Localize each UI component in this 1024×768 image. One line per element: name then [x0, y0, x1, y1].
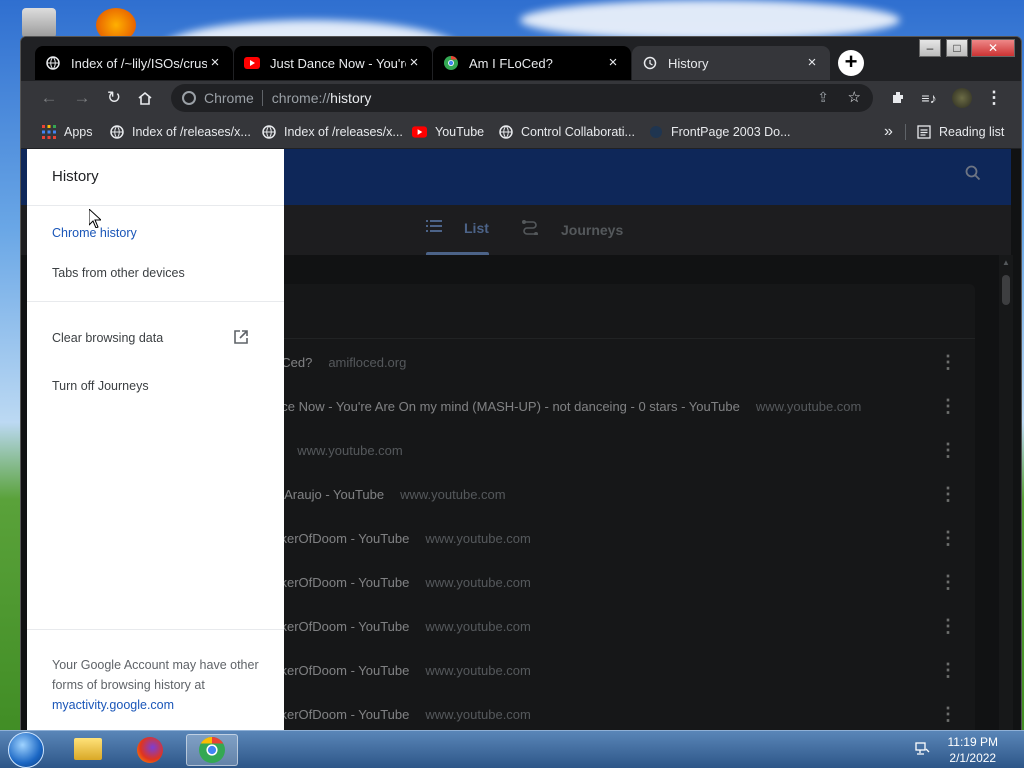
avatar[interactable] — [950, 86, 974, 110]
tab-strip: Index of /~lily/ISOs/crust × Just Dance … — [21, 37, 1021, 81]
minimize-button[interactable]: – — [919, 39, 941, 57]
bookmark-apps[interactable]: Apps — [41, 122, 93, 142]
globe-icon — [45, 55, 61, 71]
extensions-icon[interactable] — [886, 86, 910, 110]
bookmark-label: Index of /releases/x... — [284, 125, 403, 139]
chrome-window: Index of /~lily/ISOs/crust × Just Dance … — [20, 36, 1022, 732]
close-icon[interactable]: × — [207, 55, 223, 71]
youtube-icon — [244, 55, 260, 71]
bookmarks-divider — [905, 124, 906, 140]
media-control-icon[interactable]: ≡♪ — [917, 86, 941, 110]
reload-button[interactable]: ↻ — [102, 86, 126, 110]
clock-time: 11:19 PM — [947, 735, 998, 749]
bookmark-frontpage[interactable]: FrontPage 2003 Do... — [648, 122, 791, 142]
menu-icon[interactable]: ⋮ — [982, 86, 1006, 110]
bookmark-releases-2[interactable]: Index of /releases/x... — [261, 122, 403, 142]
recycle-bin-icon[interactable] — [22, 8, 56, 38]
bookmarks-bar: Apps Index of /releases/x... Index of /r… — [21, 115, 1021, 149]
drawer-item-clear-browsing-data[interactable]: Clear browsing data — [52, 331, 163, 345]
share-icon[interactable]: ⇪ — [817, 89, 829, 106]
history-icon — [642, 55, 658, 71]
bookmarks-overflow-button[interactable]: » — [884, 122, 893, 142]
file-explorer-icon — [74, 738, 102, 760]
globe-icon — [109, 125, 124, 140]
tab-title: Just Dance Now - You're — [270, 55, 406, 71]
maximize-button[interactable]: □ — [946, 39, 968, 57]
bookmark-label: Index of /releases/x... — [132, 125, 251, 139]
close-icon[interactable]: × — [406, 55, 422, 71]
drawer-divider — [27, 301, 284, 302]
close-icon[interactable]: × — [605, 55, 621, 71]
taskbar: 11:19 PM 2/1/2022 — [0, 730, 1024, 768]
drawer-item-turn-off-journeys[interactable]: Turn off Journeys — [52, 379, 149, 393]
scheme-chip: Chrome — [204, 90, 263, 106]
bookmark-youtube[interactable]: YouTube — [412, 122, 484, 142]
youtube-icon — [412, 125, 427, 140]
drawer-divider — [27, 629, 284, 630]
history-drawer: History Chrome history Tabs from other d… — [27, 149, 284, 731]
globe-icon — [498, 125, 513, 140]
taskbar-file-explorer[interactable] — [62, 734, 114, 766]
close-window-button[interactable]: ✕ — [971, 39, 1015, 57]
drawer-divider — [27, 205, 284, 206]
tab-title: History — [668, 55, 709, 71]
bookmark-label: YouTube — [435, 125, 485, 139]
system-clock[interactable]: 11:19 PM 2/1/2022 — [948, 734, 998, 766]
bookmark-control-collaboration[interactable]: Control Collaborati... — [498, 122, 635, 142]
bookmark-releases-1[interactable]: Index of /releases/x... — [109, 122, 251, 142]
address-bar[interactable]: Chrome chrome:// history ⇪ ☆ — [171, 84, 873, 112]
reading-list-label: Reading list — [939, 125, 1005, 139]
tab-history[interactable]: History × — [632, 46, 830, 80]
page-icon — [648, 125, 663, 140]
tab-title: Index of /~lily/ISOs/crust — [71, 55, 207, 71]
footer-text: Your Google Account may have other forms… — [52, 658, 259, 692]
tab-title: Am I FLoCed? — [469, 55, 553, 71]
drawer-item-tabs-other-devices[interactable]: Tabs from other devices — [52, 266, 185, 280]
taskbar-chrome[interactable] — [186, 734, 238, 766]
globe-icon — [261, 125, 276, 140]
drawer-title: History — [52, 168, 99, 185]
back-button[interactable]: ← — [37, 86, 61, 110]
tab-2[interactable]: Am I FLoCed? × — [433, 46, 631, 80]
url-path: history — [330, 90, 372, 106]
taskbar-firefox[interactable] — [124, 734, 176, 766]
chrome-icon — [199, 737, 225, 768]
bookmark-label: Control Collaborati... — [521, 125, 635, 139]
mouse-cursor-icon — [88, 207, 103, 233]
close-icon[interactable]: × — [804, 55, 820, 71]
bookmark-label: Apps — [64, 125, 93, 139]
new-tab-button[interactable]: + — [838, 50, 864, 76]
tab-0[interactable]: Index of /~lily/ISOs/crust × — [35, 46, 233, 80]
start-button[interactable] — [8, 732, 44, 768]
clock-date: 2/1/2022 — [949, 751, 997, 765]
wallpaper-cloud — [520, 0, 900, 40]
apps-grid-icon — [41, 125, 56, 140]
chrome-icon — [443, 55, 459, 71]
url-scheme: chrome:// — [271, 90, 331, 106]
reading-list-icon — [916, 125, 931, 140]
myactivity-link[interactable]: myactivity.google.com — [52, 698, 174, 712]
tab-1[interactable]: Just Dance Now - You're × — [234, 46, 432, 80]
reading-list-button[interactable]: Reading list — [916, 122, 1004, 142]
toolbar: ← → ↻ Chrome chrome:// history ⇪ ☆ ≡♪ ⋮ — [21, 81, 1021, 115]
drawer-footer: Your Google Account may have other forms… — [52, 655, 272, 715]
open-in-new-icon[interactable] — [233, 329, 251, 347]
forward-button[interactable]: → — [70, 86, 94, 110]
chrome-site-icon — [182, 91, 196, 105]
home-button[interactable] — [133, 86, 157, 110]
firefox-icon — [137, 737, 163, 763]
network-icon[interactable] — [914, 741, 930, 757]
star-icon[interactable]: ☆ — [848, 88, 861, 106]
bookmark-label: FrontPage 2003 Do... — [671, 125, 791, 139]
